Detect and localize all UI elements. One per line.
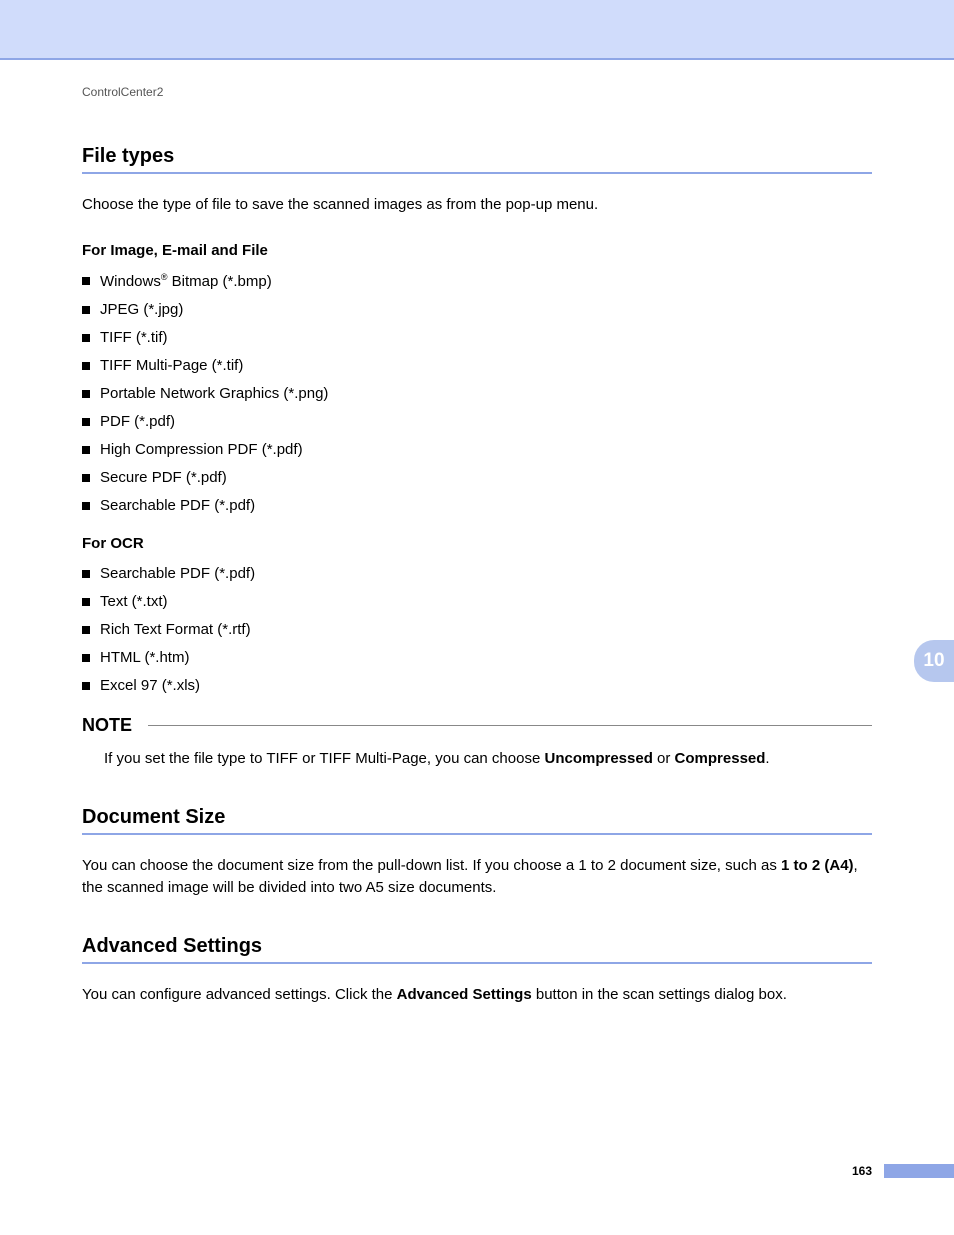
list-item-text: Portable Network Graphics (*.png) xyxy=(100,386,328,401)
page-number-accent xyxy=(884,1164,954,1178)
list-item: Text (*.txt) xyxy=(82,594,872,609)
square-bullet-icon xyxy=(82,654,90,662)
list-ocr: Searchable PDF (*.pdf) Text (*.txt) Rich… xyxy=(82,566,872,693)
list-item-text: Searchable PDF (*.pdf) xyxy=(100,498,255,513)
chapter-tab: 10 xyxy=(914,640,954,682)
list-item: TIFF Multi-Page (*.tif) xyxy=(82,358,872,373)
list-item-text: Rich Text Format (*.rtf) xyxy=(100,622,251,637)
subhead-ocr: For OCR xyxy=(82,535,872,552)
list-item-text: TIFF Multi-Page (*.tif) xyxy=(100,358,243,373)
list-item-text: Searchable PDF (*.pdf) xyxy=(100,566,255,581)
square-bullet-icon xyxy=(82,446,90,454)
square-bullet-icon xyxy=(82,502,90,510)
list-item-text: High Compression PDF (*.pdf) xyxy=(100,442,303,457)
note-label: NOTE xyxy=(82,715,132,736)
list-item-text: TIFF (*.tif) xyxy=(100,330,168,345)
list-item-text: HTML (*.htm) xyxy=(100,650,189,665)
square-bullet-icon xyxy=(82,306,90,314)
list-item-text: Excel 97 (*.xls) xyxy=(100,678,200,693)
list-item: TIFF (*.tif) xyxy=(82,330,872,345)
advanced-settings-para: You can configure advanced settings. Cli… xyxy=(82,984,872,1006)
list-item: HTML (*.htm) xyxy=(82,650,872,665)
file-types-intro: Choose the type of file to save the scan… xyxy=(82,194,872,216)
list-item: Portable Network Graphics (*.png) xyxy=(82,386,872,401)
list-item: Rich Text Format (*.rtf) xyxy=(82,622,872,637)
document-size-para: You can choose the document size from th… xyxy=(82,855,872,899)
square-bullet-icon xyxy=(82,682,90,690)
page-content: ControlCenter2 File types Choose the typ… xyxy=(82,85,872,1032)
list-item-text: Secure PDF (*.pdf) xyxy=(100,470,227,485)
subhead-image-email-file: For Image, E-mail and File xyxy=(82,242,872,259)
header-rule xyxy=(0,58,954,60)
list-item: Searchable PDF (*.pdf) xyxy=(82,498,872,513)
list-item: Windows® Bitmap (*.bmp) xyxy=(82,273,872,289)
square-bullet-icon xyxy=(82,362,90,370)
section-heading-document-size: Document Size xyxy=(82,806,872,835)
list-item: JPEG (*.jpg) xyxy=(82,302,872,317)
list-image-email-file: Windows® Bitmap (*.bmp) JPEG (*.jpg) TIF… xyxy=(82,273,872,513)
list-item: High Compression PDF (*.pdf) xyxy=(82,442,872,457)
list-item: Excel 97 (*.xls) xyxy=(82,678,872,693)
list-item: PDF (*.pdf) xyxy=(82,414,872,429)
list-item-text: Text (*.txt) xyxy=(100,594,168,609)
square-bullet-icon xyxy=(82,474,90,482)
list-item-text: Windows® Bitmap (*.bmp) xyxy=(100,273,272,289)
list-item-text: JPEG (*.jpg) xyxy=(100,302,183,317)
list-item: Secure PDF (*.pdf) xyxy=(82,470,872,485)
note-rule xyxy=(148,725,872,726)
list-item: Searchable PDF (*.pdf) xyxy=(82,566,872,581)
square-bullet-icon xyxy=(82,598,90,606)
header-band xyxy=(0,0,954,58)
square-bullet-icon xyxy=(82,334,90,342)
note-heading-row: NOTE xyxy=(82,715,872,736)
list-item-text: PDF (*.pdf) xyxy=(100,414,175,429)
square-bullet-icon xyxy=(82,570,90,578)
breadcrumb: ControlCenter2 xyxy=(82,85,872,99)
section-heading-advanced-settings: Advanced Settings xyxy=(82,935,872,964)
square-bullet-icon xyxy=(82,390,90,398)
section-heading-file-types: File types xyxy=(82,145,872,174)
square-bullet-icon xyxy=(82,277,90,285)
square-bullet-icon xyxy=(82,626,90,634)
page-number: 163 xyxy=(852,1164,872,1178)
square-bullet-icon xyxy=(82,418,90,426)
note-body: If you set the file type to TIFF or TIFF… xyxy=(104,748,872,771)
